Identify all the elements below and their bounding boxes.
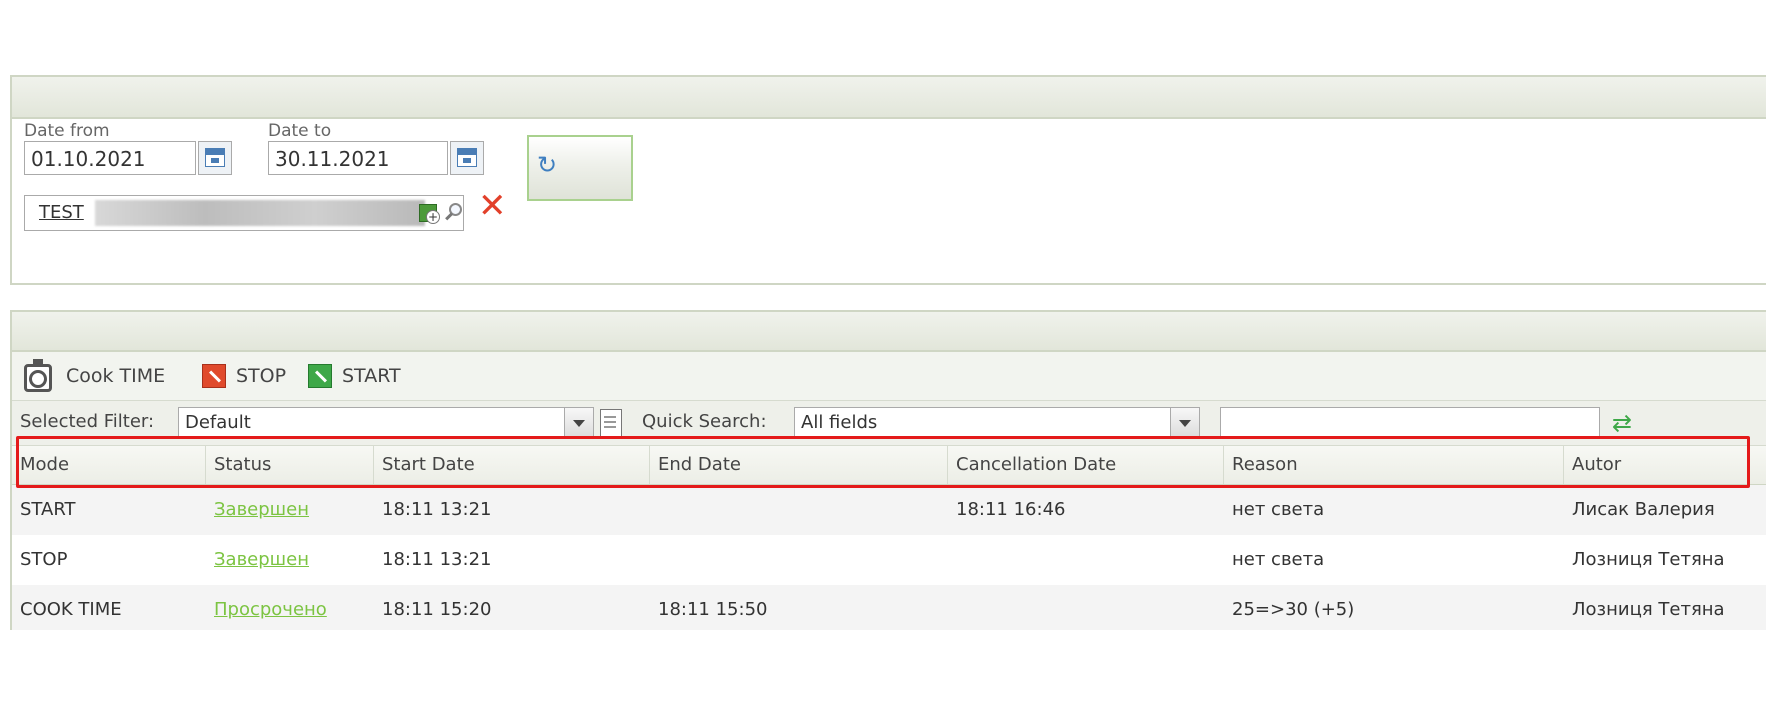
date-from-input[interactable]: 01.10.2021 — [24, 141, 196, 175]
search-icon[interactable] — [443, 198, 465, 228]
stop-arrow-icon — [202, 364, 226, 388]
cell-start-date: 18:11 13:21 — [382, 549, 492, 570]
refresh-icon[interactable]: ⇄ — [1612, 409, 1632, 437]
blurred-object-name — [95, 200, 425, 226]
toolbar: Cook TIME STOP START — [12, 352, 1766, 401]
cell-mode: START — [20, 499, 76, 520]
cell-end-date: 18:11 15:50 — [658, 599, 768, 620]
start-button[interactable]: START — [308, 352, 401, 400]
chevron-down-icon[interactable] — [564, 407, 594, 439]
stop-label: STOP — [236, 365, 287, 387]
grid-panel-header — [12, 312, 1766, 352]
cell-cancellation-date: 18:11 16:46 — [956, 499, 1066, 520]
cell-mode: STOP — [20, 549, 68, 570]
cell-cancellation-date — [948, 585, 956, 630]
selected-filter-select[interactable]: Default — [178, 407, 566, 439]
status-link[interactable]: Завершен — [206, 535, 309, 585]
date-from-calendar-button[interactable] — [198, 141, 232, 175]
cook-time-label: Cook TIME — [66, 365, 166, 387]
timer-icon — [20, 358, 56, 394]
quick-search-input[interactable] — [1220, 407, 1600, 439]
status-link[interactable]: Просрочено — [206, 585, 327, 630]
clear-icon[interactable]: ✕ — [478, 189, 507, 223]
table-row[interactable]: COOK TIME Просрочено 18:11 15:20 18:11 1… — [12, 585, 1766, 630]
chevron-down-icon[interactable] — [1170, 407, 1200, 439]
stop-button[interactable]: STOP — [202, 352, 286, 400]
cell-start-date: 18:11 15:20 — [382, 599, 492, 620]
status-link[interactable]: Завершен — [206, 485, 309, 535]
document-icon[interactable] — [600, 409, 622, 437]
quick-search-field-select[interactable]: All fields — [794, 407, 1172, 439]
highlight-annotation-box — [16, 436, 1750, 488]
start-arrow-icon — [308, 364, 332, 388]
cell-start-date: 18:11 13:21 — [382, 499, 492, 520]
date-to-input[interactable]: 30.11.2021 — [268, 141, 448, 175]
start-label: START — [342, 365, 401, 387]
calendar-icon — [457, 148, 477, 167]
filter-panel-header — [12, 77, 1766, 119]
table-row[interactable]: STOP Завершен 18:11 13:21 нет света Лозн… — [12, 535, 1766, 585]
cell-reason: нет света — [1232, 549, 1325, 570]
calendar-icon — [205, 148, 225, 167]
date-to-label: Date to — [268, 121, 332, 141]
table-row[interactable]: START Завершен 18:11 13:21 18:11 16:46 н… — [12, 485, 1766, 535]
date-to-calendar-button[interactable] — [450, 141, 484, 175]
cell-end-date — [650, 485, 658, 535]
date-from-label: Date from — [24, 121, 110, 141]
cell-end-date — [650, 535, 658, 585]
apply-refresh-button[interactable]: ↻ — [527, 135, 633, 201]
refresh-icon: ↻ — [537, 151, 558, 179]
add-object-icon[interactable]: + — [417, 198, 441, 228]
cook-time-button[interactable]: Cook TIME — [20, 352, 165, 400]
selected-filter-label: Selected Filter: — [20, 411, 155, 432]
quick-search-label: Quick Search: — [642, 411, 767, 432]
filter-panel: Date from 01.10.2021 Date to 30.11.2021 … — [10, 75, 1766, 285]
object-value: TEST — [39, 202, 84, 223]
cell-reason: 25=>30 (+5) — [1232, 599, 1355, 620]
cell-reason: нет света — [1232, 499, 1325, 520]
cell-autor: Лозниця Тетяна — [1572, 599, 1725, 620]
cell-autor: Лозниця Тетяна — [1572, 549, 1725, 570]
cell-autor: Лисак Валерия — [1572, 499, 1715, 520]
cell-cancellation-date — [948, 535, 956, 585]
object-select-field[interactable]: TEST + — [24, 195, 464, 231]
cell-mode: COOK TIME — [20, 599, 122, 620]
